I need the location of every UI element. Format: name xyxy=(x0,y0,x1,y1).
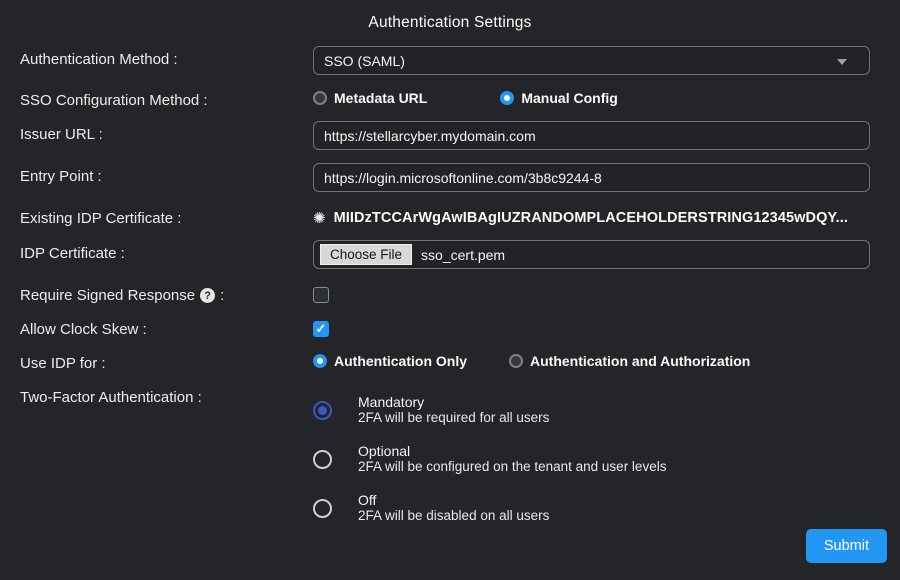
row-require-signed-response: Require Signed Response ? : xyxy=(0,282,900,304)
submit-row: Submit xyxy=(806,529,887,563)
submit-button[interactable]: Submit xyxy=(806,529,887,563)
radio-2fa-mandatory[interactable]: Mandatory 2FA will be required for all u… xyxy=(313,395,870,425)
radio-2fa-off[interactable]: Off 2FA will be disabled on all users xyxy=(313,493,870,523)
radio-2fa-optional[interactable]: Optional 2FA will be configured on the t… xyxy=(313,444,870,474)
certificate-seal-icon: ✺ xyxy=(313,211,326,226)
row-sso-configuration-method: SSO Configuration Method : Metadata URL … xyxy=(0,87,900,109)
radio-authentication-only-label: Authentication Only xyxy=(334,353,467,369)
require-signed-response-label: Require Signed Response xyxy=(20,287,195,304)
radio-metadata-url[interactable]: Metadata URL xyxy=(313,90,427,106)
radio-unselected-icon[interactable] xyxy=(313,499,332,518)
choose-file-button[interactable]: Choose File xyxy=(320,244,412,265)
use-idp-for-label: Use IDP for : xyxy=(20,350,313,372)
radio-manual-config[interactable]: Manual Config xyxy=(500,90,617,106)
row-existing-idp-certificate: Existing IDP Certificate : ✺ MIIDzTCCArW… xyxy=(0,205,900,227)
require-signed-response-checkbox[interactable] xyxy=(313,287,329,303)
2fa-optional-description: 2FA will be configured on the tenant and… xyxy=(358,459,666,474)
radio-manual-config-label: Manual Config xyxy=(521,90,617,106)
existing-idp-certificate-value: MIIDzTCCArWgAwIBAgIUZRANDOMPLACEHOLDERST… xyxy=(334,210,848,226)
help-question-icon[interactable]: ? xyxy=(200,288,215,303)
2fa-optional-title: Optional xyxy=(358,444,666,459)
radio-selected-icon[interactable] xyxy=(313,354,327,368)
radio-unselected-icon[interactable] xyxy=(313,450,332,469)
2fa-mandatory-description: 2FA will be required for all users xyxy=(358,410,549,425)
two-factor-authentication-label: Two-Factor Authentication : xyxy=(20,384,313,406)
row-allow-clock-skew: Allow Clock Skew : ✓ xyxy=(0,316,900,338)
radio-authentication-and-authorization-label: Authentication and Authorization xyxy=(530,353,750,369)
page-title: Authentication Settings xyxy=(0,14,900,32)
radio-selected-icon[interactable] xyxy=(313,401,332,420)
selected-file-name: sso_cert.pem xyxy=(421,247,505,263)
allow-clock-skew-label: Allow Clock Skew : xyxy=(20,316,313,338)
row-entry-point: Entry Point : xyxy=(0,163,900,192)
row-idp-certificate: IDP Certificate : Choose File sso_cert.p… xyxy=(0,240,900,269)
authentication-method-label: Authentication Method : xyxy=(20,46,313,68)
radio-selected-icon[interactable] xyxy=(500,91,514,105)
idp-certificate-label: IDP Certificate : xyxy=(20,240,313,262)
allow-clock-skew-checkbox[interactable]: ✓ xyxy=(313,321,329,337)
2fa-off-description: 2FA will be disabled on all users xyxy=(358,508,549,523)
row-use-idp-for: Use IDP for : Authentication Only Authen… xyxy=(0,350,900,372)
entry-point-input[interactable] xyxy=(313,163,870,192)
radio-authentication-only[interactable]: Authentication Only xyxy=(313,353,467,369)
chevron-down-icon xyxy=(837,59,847,65)
entry-point-label: Entry Point : xyxy=(20,163,313,185)
2fa-mandatory-title: Mandatory xyxy=(358,395,549,410)
authentication-method-value: SSO (SAML) xyxy=(324,53,405,69)
radio-unselected-icon[interactable] xyxy=(509,354,523,368)
issuer-url-label: Issuer URL : xyxy=(20,121,313,143)
radio-authentication-and-authorization[interactable]: Authentication and Authorization xyxy=(509,353,750,369)
radio-unselected-icon[interactable] xyxy=(313,91,327,105)
radio-metadata-url-label: Metadata URL xyxy=(334,90,427,106)
require-signed-response-colon: : xyxy=(220,287,224,304)
checkmark-icon: ✓ xyxy=(316,321,327,337)
authentication-method-select[interactable]: SSO (SAML) xyxy=(313,46,870,75)
row-two-factor-authentication: Two-Factor Authentication : Mandatory 2F… xyxy=(0,384,900,542)
row-authentication-method: Authentication Method : SSO (SAML) xyxy=(0,46,900,75)
idp-certificate-file-input[interactable]: Choose File sso_cert.pem xyxy=(313,240,870,269)
existing-idp-certificate-label: Existing IDP Certificate : xyxy=(20,205,313,227)
row-issuer-url: Issuer URL : xyxy=(0,121,900,150)
authentication-settings-page: Authentication Settings Authentication M… xyxy=(0,0,900,580)
issuer-url-input[interactable] xyxy=(313,121,870,150)
2fa-off-title: Off xyxy=(358,493,549,508)
sso-configuration-method-label: SSO Configuration Method : xyxy=(20,87,313,109)
